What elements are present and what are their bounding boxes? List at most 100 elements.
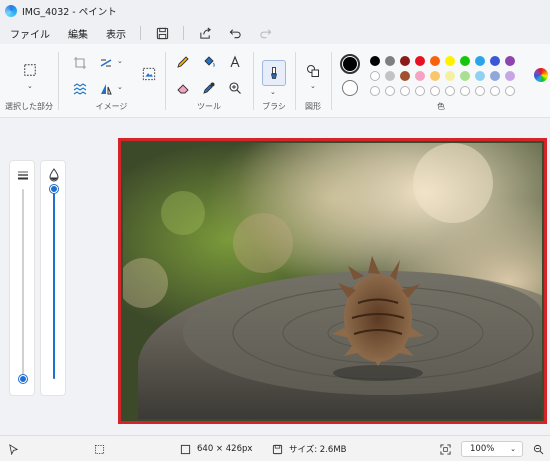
secondary-color-swatch[interactable] — [342, 80, 358, 96]
chevron-down-icon[interactable]: ⌄ — [310, 82, 316, 90]
color-swatch[interactable] — [415, 71, 425, 81]
crop-icon[interactable] — [71, 54, 89, 72]
custom-color-slot[interactable] — [445, 86, 455, 96]
canvas-size-indicator: 640 × 426px — [180, 436, 252, 461]
resize-icon[interactable] — [97, 54, 115, 72]
share-icon[interactable] — [196, 24, 214, 42]
menu-edit[interactable]: 編集 — [68, 26, 88, 41]
brushes-group-label: ブラシ — [262, 102, 286, 111]
title-bar: IMG_4032 - ペイント — [0, 0, 550, 22]
custom-color-slot[interactable] — [415, 86, 425, 96]
opacity-slider-thumb[interactable] — [50, 185, 58, 193]
rotate-flip-icon[interactable] — [97, 80, 115, 98]
chevron-down-icon[interactable]: ⌄ — [27, 82, 33, 90]
colors-group: 色 — [332, 44, 550, 118]
save-icon[interactable] — [153, 24, 171, 42]
brush-icon[interactable] — [262, 60, 286, 86]
custom-color-slot[interactable] — [370, 86, 380, 96]
color-swatch[interactable] — [400, 56, 410, 66]
zoom-select[interactable]: 100% ⌄ — [461, 441, 523, 457]
color-swatch[interactable] — [430, 56, 440, 66]
color-swatch[interactable] — [400, 71, 410, 81]
color-swatch[interactable] — [490, 71, 500, 81]
canvas-size-icon — [180, 444, 191, 454]
color-swatch[interactable] — [370, 71, 380, 81]
color-swatch[interactable] — [505, 71, 515, 81]
brush-size-slider[interactable] — [22, 189, 24, 379]
color-swatch[interactable] — [505, 56, 515, 66]
brush-size-slider-thumb[interactable] — [19, 375, 27, 383]
size-lines-icon — [16, 169, 30, 181]
opacity-slider[interactable] — [53, 189, 55, 379]
fill-icon[interactable] — [200, 53, 218, 71]
selection-group-label: 選択した部分 — [5, 102, 53, 111]
canvas-dimensions: 640 × 426px — [197, 444, 253, 454]
canvas-area — [0, 118, 550, 435]
shapes-group-label: 図形 — [305, 102, 321, 111]
image-select-icon[interactable] — [139, 64, 159, 84]
colors-group-label: 色 — [437, 102, 445, 111]
custom-color-slot[interactable] — [475, 86, 485, 96]
canvas-selection-frame[interactable] — [118, 138, 547, 424]
brush-size-slider-panel — [9, 160, 35, 396]
file-size-indicator: サイズ: 2.6MB — [272, 436, 347, 461]
pencil-icon[interactable] — [174, 53, 192, 71]
text-icon[interactable] — [226, 53, 244, 71]
color-swatch[interactable] — [445, 56, 455, 66]
zoom-out-icon[interactable] — [533, 436, 550, 461]
color-picker-icon[interactable] — [200, 79, 218, 97]
custom-color-slot[interactable] — [490, 86, 500, 96]
custom-color-slot[interactable] — [385, 86, 395, 96]
shapes-icon[interactable] — [304, 62, 322, 80]
color-swatch[interactable] — [385, 71, 395, 81]
custom-color-slot[interactable] — [505, 86, 515, 96]
primary-color-selector[interactable] — [340, 54, 360, 74]
undo-icon[interactable] — [226, 24, 244, 42]
color-swatch[interactable] — [370, 56, 380, 66]
fit-to-window-icon[interactable] — [440, 436, 457, 461]
select-rectangle-icon[interactable] — [20, 60, 40, 80]
window-title: IMG_4032 - ペイント — [22, 7, 117, 18]
canvas-photo[interactable] — [123, 143, 542, 419]
color-swatch[interactable] — [475, 71, 485, 81]
image-group-label: イメージ — [95, 102, 128, 111]
color-swatch[interactable] — [475, 56, 485, 66]
custom-color-slot[interactable] — [400, 86, 410, 96]
cursor-position-icon — [8, 436, 25, 461]
chevron-down-icon[interactable]: ⌄ — [117, 83, 123, 91]
zoom-value: 100% — [470, 444, 495, 454]
primary-color-swatch — [343, 57, 357, 71]
file-size-text: サイズ: 2.6MB — [289, 445, 347, 455]
background-remove-icon[interactable] — [71, 80, 89, 98]
color-swatch[interactable] — [460, 71, 470, 81]
menu-file[interactable]: ファイル — [10, 26, 50, 41]
shapes-group: ⌄ 図形 — [296, 44, 330, 118]
selection-group: ⌄ 選択した部分 — [0, 44, 58, 118]
color-swatch[interactable] — [415, 56, 425, 66]
slider-fill — [53, 189, 55, 379]
opacity-slider-panel — [40, 160, 66, 396]
color-swatch[interactable] — [460, 56, 470, 66]
magnifier-icon[interactable] — [226, 79, 244, 97]
image-group: ⌄ ⌄ イメージ — [59, 44, 164, 118]
color-swatch[interactable] — [445, 71, 455, 81]
disk-icon — [272, 444, 283, 454]
custom-color-slot[interactable] — [430, 86, 440, 96]
opacity-drop-icon — [48, 168, 60, 182]
edit-colors-icon[interactable] — [534, 68, 548, 82]
chevron-down-icon[interactable]: ⌄ — [117, 57, 123, 65]
selection-size-icon — [94, 436, 111, 461]
tools-group: ツール — [166, 44, 252, 118]
custom-color-slot[interactable] — [460, 86, 470, 96]
brushes-group: ⌄ ブラシ — [254, 44, 294, 118]
redo-icon[interactable] — [256, 24, 274, 42]
color-swatch[interactable] — [385, 56, 395, 66]
chevron-down-icon: ⌄ — [510, 445, 516, 453]
menu-divider — [183, 26, 184, 40]
color-swatch[interactable] — [490, 56, 500, 66]
menu-bar: ファイル 編集 表示 — [0, 22, 550, 44]
color-swatch[interactable] — [430, 71, 440, 81]
menu-view[interactable]: 表示 — [106, 26, 126, 41]
eraser-icon[interactable] — [174, 79, 192, 97]
chevron-down-icon[interactable]: ⌄ — [270, 88, 276, 96]
